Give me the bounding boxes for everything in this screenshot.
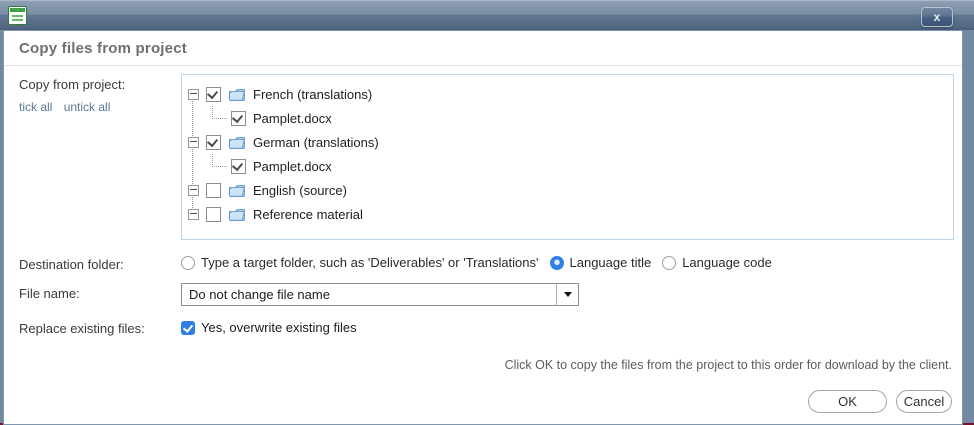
- titlebar: x: [0, 0, 974, 30]
- caret-down-icon[interactable]: [556, 284, 578, 305]
- tree-item-german[interactable]: German (translations): [188, 130, 947, 154]
- dialog-content: Copy files from project Copy from projec…: [3, 30, 963, 425]
- destination-options: Type a target folder, such as 'Deliverab…: [181, 254, 783, 270]
- file-name-select[interactable]: Do not change file name: [181, 283, 579, 306]
- tree-item-label: English (source): [253, 183, 347, 198]
- tree-item-french[interactable]: French (translations): [188, 82, 947, 106]
- replace-label: Replace existing files:: [19, 318, 181, 336]
- overwrite-checkbox[interactable]: [181, 321, 195, 335]
- collapse-icon[interactable]: [188, 89, 199, 100]
- file-tree-panel: French (translations) Pamplet.docx: [181, 74, 954, 240]
- tree-item-label: German (translations): [253, 135, 379, 150]
- tree-checkbox[interactable]: [206, 207, 221, 222]
- tree-item-label: Pamplet.docx: [253, 111, 332, 126]
- untick-all-link[interactable]: untick all: [64, 100, 111, 114]
- collapse-icon[interactable]: [188, 137, 199, 148]
- dialog-window: x Copy files from project Copy from proj…: [0, 0, 974, 423]
- collapse-icon[interactable]: [188, 185, 199, 196]
- dialog-header: Copy files from project: [4, 31, 962, 66]
- destination-row: Destination folder: Type a target folder…: [19, 254, 954, 272]
- cancel-button[interactable]: Cancel: [896, 390, 952, 413]
- tree-item-label: Reference material: [253, 207, 363, 222]
- tree-item-pamplet-1[interactable]: Pamplet.docx: [188, 106, 947, 130]
- tree-checkbox[interactable]: [231, 159, 246, 174]
- radio-target-folder[interactable]: Type a target folder, such as 'Deliverab…: [181, 255, 539, 270]
- folder-icon: [228, 135, 246, 149]
- tree-item-english[interactable]: English (source): [188, 178, 947, 202]
- radio-language-title[interactable]: Language title: [550, 255, 652, 270]
- collapse-icon[interactable]: [188, 209, 199, 220]
- folder-icon: [228, 207, 246, 221]
- tree-checkbox[interactable]: [206, 183, 221, 198]
- tree-connector: [212, 154, 227, 167]
- tree-connector: [212, 106, 227, 119]
- copy-from-label: Copy from project:: [19, 74, 181, 92]
- folder-icon: [228, 87, 246, 101]
- overwrite-checkbox-option[interactable]: Yes, overwrite existing files: [181, 318, 357, 335]
- app-window-icon: [8, 6, 27, 25]
- tree-item-reference[interactable]: Reference material: [188, 202, 947, 226]
- tree-checkbox[interactable]: [206, 135, 221, 150]
- copy-from-row: Copy from project: tick all untick all: [19, 74, 954, 240]
- close-x-icon: x: [934, 10, 941, 24]
- file-name-label: File name:: [19, 283, 181, 301]
- radio-icon[interactable]: [662, 256, 676, 270]
- file-name-selected-value: Do not change file name: [182, 284, 556, 305]
- ok-hint-text: Click OK to copy the files from the proj…: [19, 336, 954, 372]
- radio-icon[interactable]: [550, 256, 564, 270]
- tree-item-label: Pamplet.docx: [253, 159, 332, 174]
- tree-item-label: French (translations): [253, 87, 372, 102]
- tick-all-link[interactable]: tick all: [19, 100, 52, 114]
- tree-checkbox[interactable]: [231, 111, 246, 126]
- close-button[interactable]: x: [921, 7, 953, 27]
- radio-icon[interactable]: [181, 256, 195, 270]
- ok-button[interactable]: OK: [808, 390, 887, 413]
- destination-label: Destination folder:: [19, 254, 181, 272]
- tree-item-pamplet-2[interactable]: Pamplet.docx: [188, 154, 947, 178]
- page-title: Copy files from project: [19, 40, 947, 57]
- replace-row: Replace existing files: Yes, overwrite e…: [19, 318, 954, 336]
- file-name-row: File name: Do not change file name: [19, 283, 954, 306]
- folder-icon: [228, 183, 246, 197]
- tree-checkbox[interactable]: [206, 87, 221, 102]
- radio-language-code[interactable]: Language code: [662, 255, 772, 270]
